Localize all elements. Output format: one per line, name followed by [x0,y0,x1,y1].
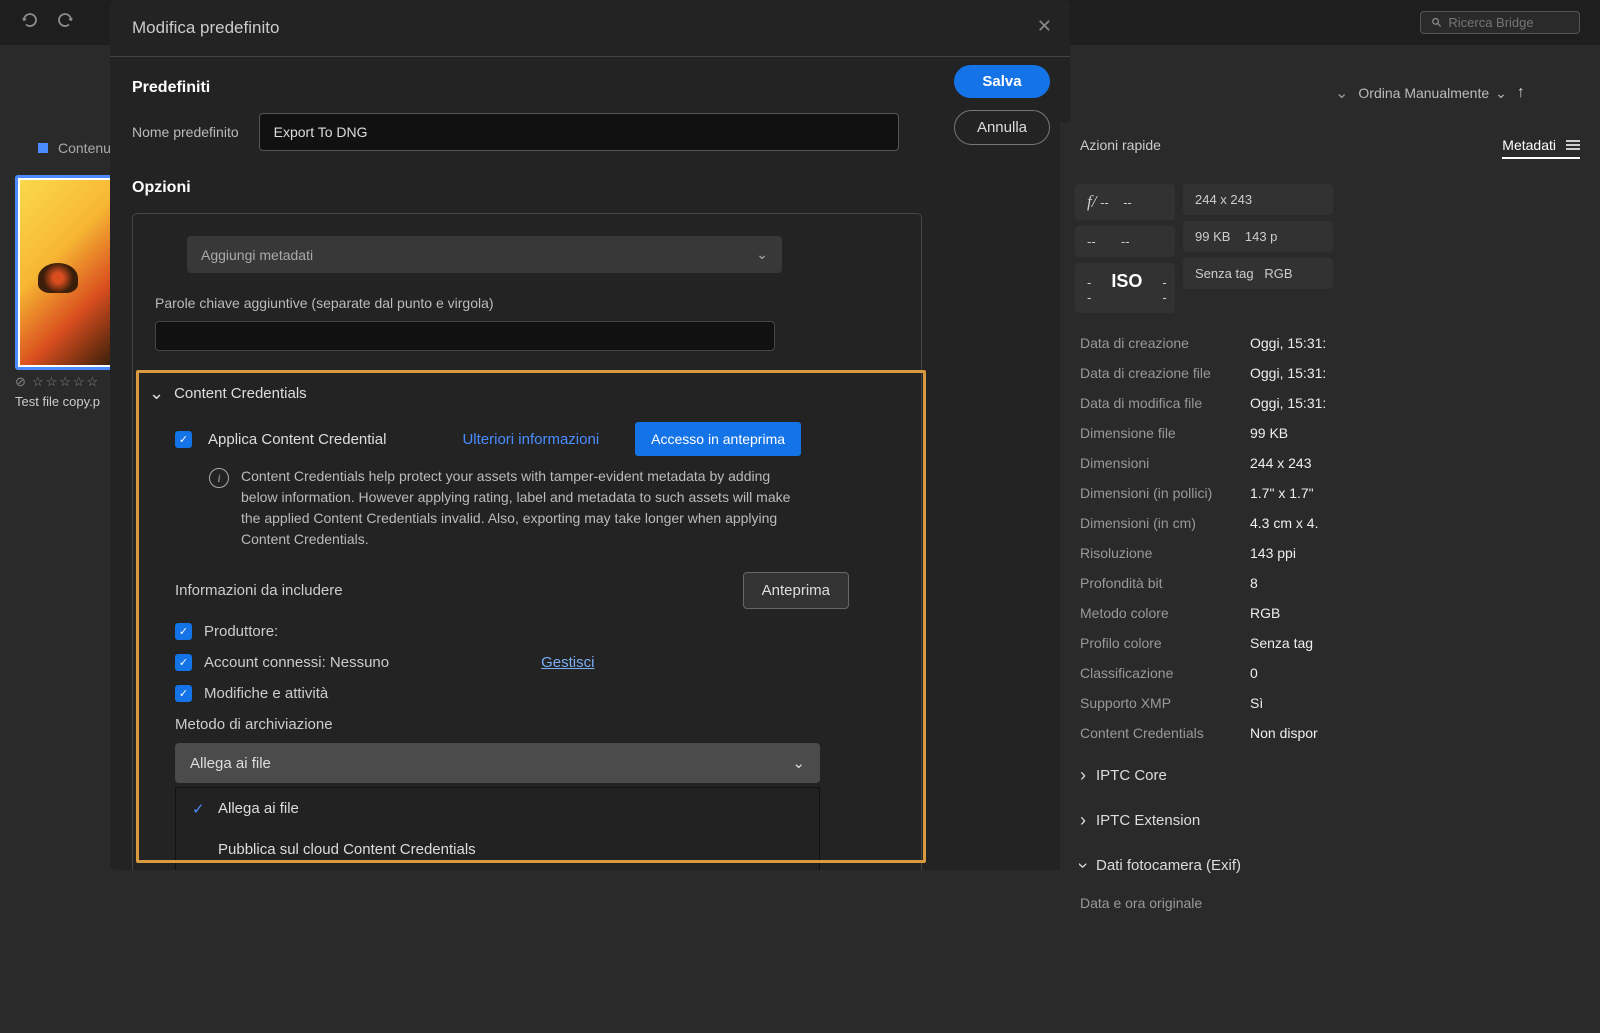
chevron-right-icon [1080,765,1086,786]
storage-option-publish-cloud[interactable]: Pubblica sul cloud Content Credentials [176,829,819,870]
info-icon: i [209,468,229,488]
search-input[interactable] [1420,11,1580,34]
chevron-down-icon[interactable]: ⌄ [1335,83,1348,103]
apply-cc-label: Applica Content Credential [208,431,386,448]
thumbnail-tile[interactable]: ⊘ ☆☆☆☆☆ Test file copy.p [15,175,115,400]
chevron-down-icon: ⌄ [792,754,805,772]
storage-option-attach[interactable]: Allega ai file [176,788,819,829]
include-label: Informazioni da includere [175,582,343,599]
storage-method-menu: Allega ai file Pubblica sul cloud Conten… [175,787,820,870]
metadata-row: Data di creazione fileOggi, 15:31: [1060,358,1600,388]
sort-asc-icon[interactable]: ↑ [1517,84,1525,102]
file-name: Test file copy.p [15,394,115,409]
edits-checkbox[interactable]: ✓ [175,685,192,702]
rating-stars[interactable]: ⊘ ☆☆☆☆☆ [15,374,115,390]
iptc-ext-section[interactable]: IPTC Extension [1060,798,1600,843]
preset-name-label: Nome predefinito [132,124,239,140]
producer-label: Produttore: [204,623,278,640]
storage-method-dropdown[interactable]: Allega ai file ⌄ [175,743,820,783]
metadata-row: Dimensioni (in cm)4.3 cm x 4. [1060,508,1600,538]
save-button[interactable]: Salva [954,65,1050,98]
more-info-link[interactable]: Ulteriori informazioni [462,431,599,448]
metadata-row: Data di modifica fileOggi, 15:31: [1060,388,1600,418]
menu-icon[interactable] [1566,138,1580,152]
square-icon [38,143,48,153]
chevron-down-icon: ⌄ [1495,85,1507,102]
undo-icon[interactable] [20,10,40,35]
keywords-input[interactable] [155,321,775,351]
accounts-label: Account connessi: Nessuno [204,654,389,671]
metadata-row: Dimensioni (in pollici)1.7" x 1.7" [1060,478,1600,508]
exif-section[interactable]: Dati fotocamera (Exif) [1060,843,1600,888]
iso-box: --ISO-- [1075,263,1175,313]
manage-link[interactable]: Gestisci [541,654,594,671]
metadata-row: Risoluzione143 ppi [1060,538,1600,568]
redo-icon[interactable] [55,10,75,35]
metadata-row: Dimensione file99 KB [1060,418,1600,448]
storage-method-label: Metodo di archiviazione [175,716,899,733]
edits-label: Modifiche e attività [204,685,328,702]
thumbnail-image [20,180,110,365]
tag-box: Senza tag RGB [1183,258,1333,289]
metadata-row: Supporto XMPSì [1060,688,1600,718]
content-credentials-header[interactable]: ⌄ Content Credentials [149,383,899,404]
search-icon [1431,16,1442,29]
iptc-core-section[interactable]: IPTC Core [1060,753,1600,798]
preset-name-input[interactable] [259,113,899,151]
metadata-row: Data di creazioneOggi, 15:31: [1060,328,1600,358]
options-section-title: Opzioni [132,179,1048,197]
metadata-row: Profilo coloreSenza tag [1060,628,1600,658]
size-box: 99 KB 143 p [1183,221,1333,252]
preview-button[interactable]: Anteprima [743,572,849,609]
producer-checkbox[interactable]: ✓ [175,623,192,640]
chevron-down-icon: ⌄ [756,246,768,263]
chevron-down-icon [1080,855,1086,876]
metadata-row: Profondità bit8 [1060,568,1600,598]
quick-actions-label: Azioni rapide [1080,137,1161,159]
metadata-row: Classificazione0 [1060,658,1600,688]
edit-preset-modal: Modifica predefinito ✕ Predefiniti Nome … [110,0,1070,870]
aperture-box: f/ -- -- [1075,184,1175,220]
exposure-box: -- -- [1075,226,1175,257]
accounts-checkbox[interactable]: ✓ [175,654,192,671]
close-icon[interactable]: ✕ [1037,16,1052,37]
apply-cc-checkbox[interactable]: ✓ [175,431,192,448]
metadata-tab[interactable]: Metadati [1502,137,1580,159]
preview-access-button[interactable]: Accesso in anteprima [635,422,801,456]
keywords-label: Parole chiave aggiuntive (separate dal p… [155,295,899,311]
chevron-right-icon [1080,810,1086,831]
metadata-row: Dimensioni244 x 243 [1060,448,1600,478]
chevron-down-icon: ⌄ [149,383,164,404]
metadata-row: Data e ora originale [1060,888,1600,918]
metadata-row: Content CredentialsNon dispor [1060,718,1600,748]
dimensions-box: 244 x 243 [1183,184,1333,215]
cc-description: Content Credentials help protect your as… [241,466,801,550]
metadata-row: Metodo coloreRGB [1060,598,1600,628]
predefined-section-title: Predefiniti [132,79,1048,97]
sort-dropdown[interactable]: Ordina Manualmente⌄ [1358,85,1506,102]
add-metadata-dropdown[interactable]: Aggiungi metadati ⌄ [187,236,782,273]
cancel-button[interactable]: Annulla [954,110,1050,145]
modal-title: Modifica predefinito ✕ [110,0,1070,57]
reject-icon[interactable]: ⊘ [15,374,26,390]
